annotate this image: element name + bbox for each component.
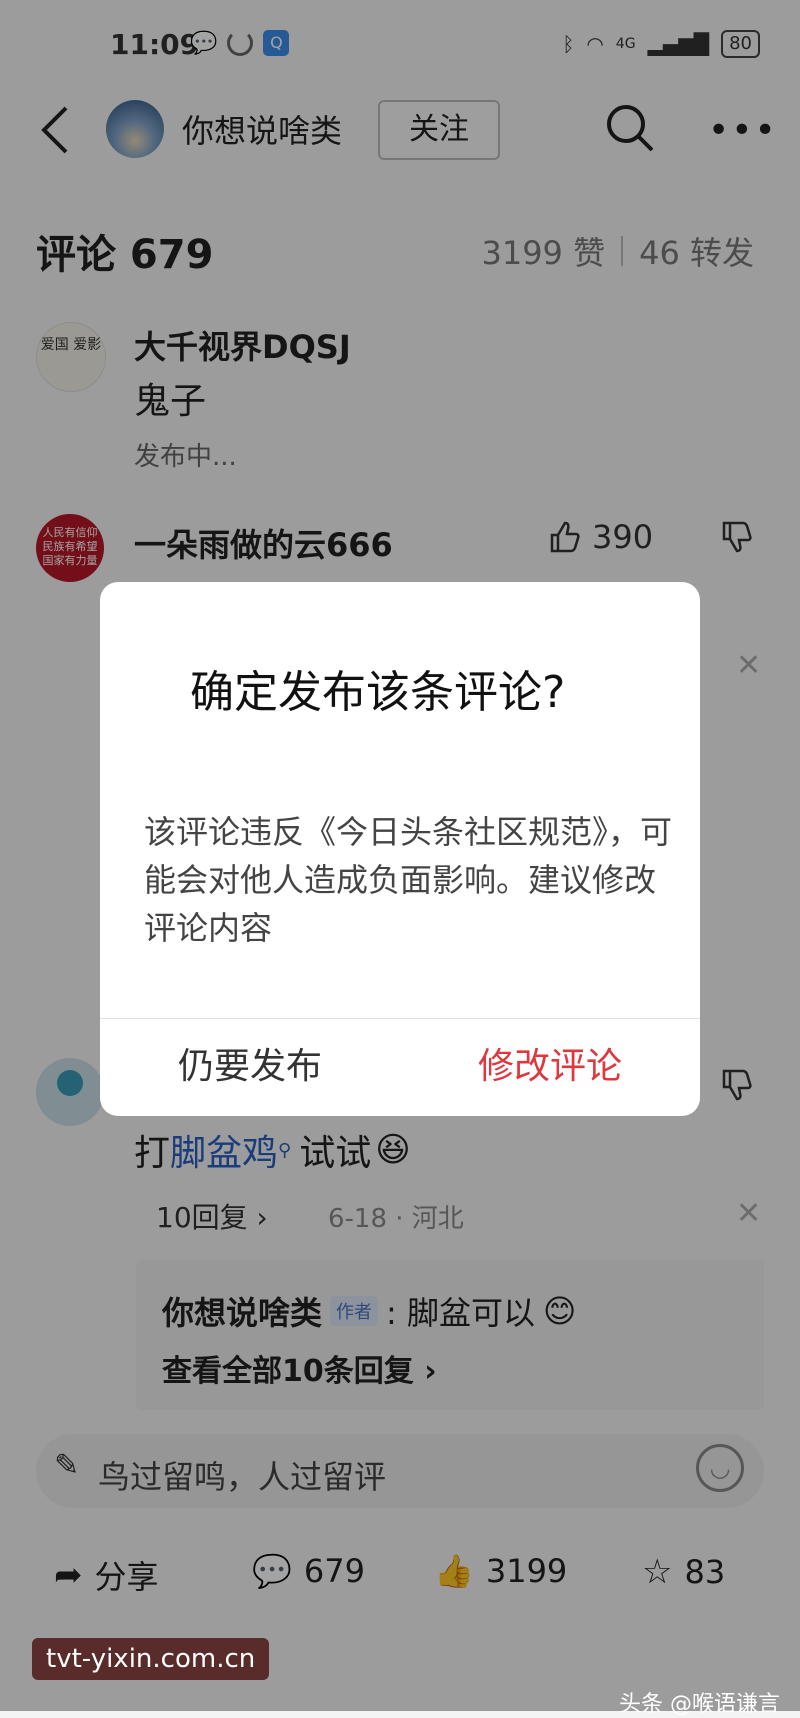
publish-anyway-button[interactable]: 仍要发布 (100, 1018, 400, 1116)
edit-comment-button[interactable]: 修改评论 (400, 1018, 700, 1116)
dialog-message: 该评论违反《今日头条社区规范》，可能会对他人造成负面影响。建议修改评论内容 (144, 813, 673, 947)
site-watermark: tvt-yixin.com.cn (32, 1638, 270, 1680)
source-watermark: 头条 @喉语谦言 (619, 1692, 780, 1717)
dialog-title: 确定发布该条评论? (190, 667, 566, 718)
confirm-dialog: 确定发布该条评论? 该评论违反《今日头条社区规范》，可能会对他人造成负面影响。建… (100, 582, 700, 1116)
